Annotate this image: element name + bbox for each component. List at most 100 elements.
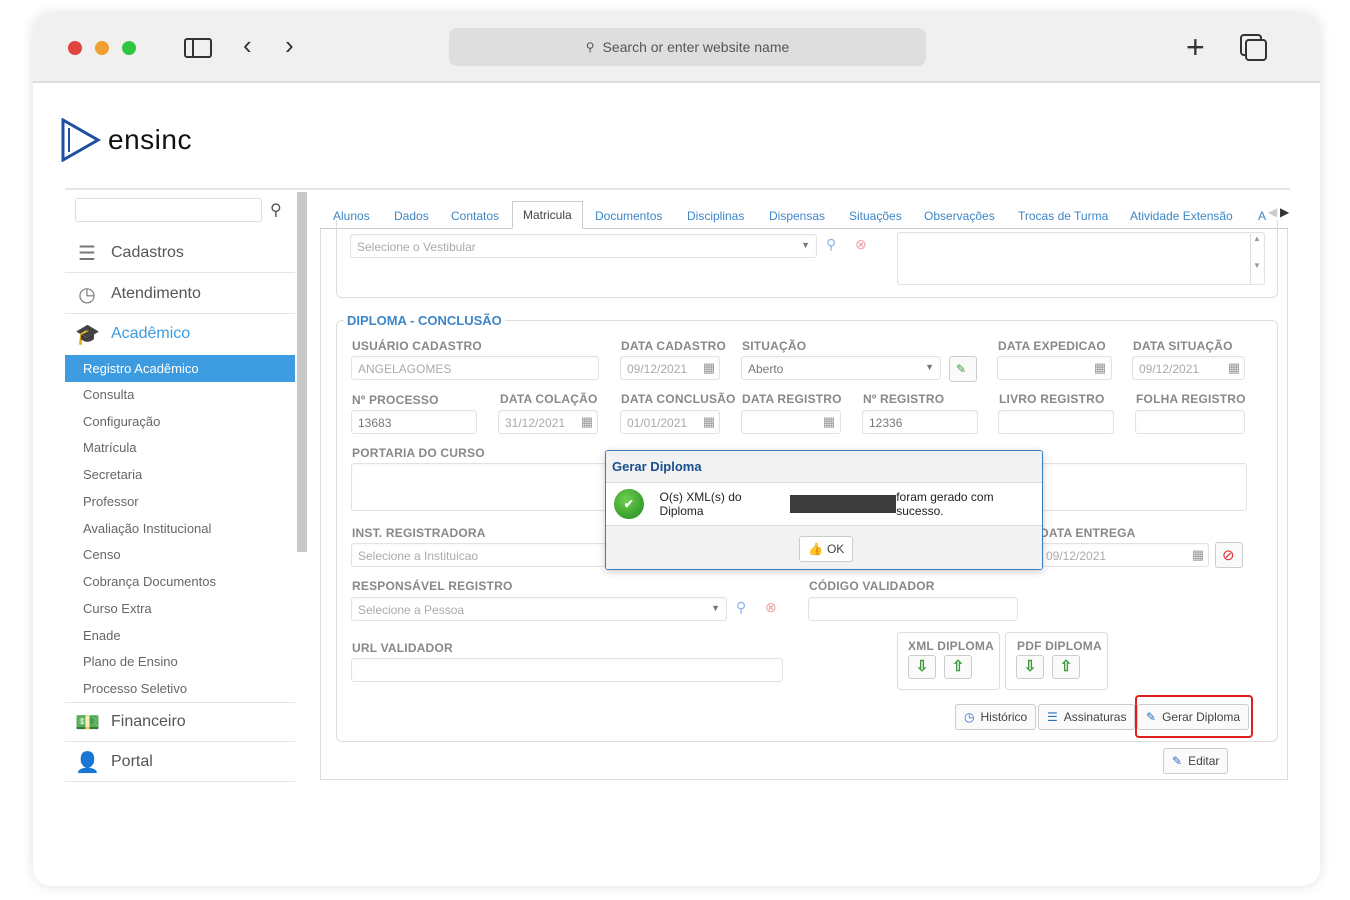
back-icon[interactable]: ‹ [243, 30, 252, 61]
livro-field[interactable] [998, 410, 1114, 434]
sidebar-subitem[interactable]: Configuração [65, 408, 295, 435]
calendar-icon[interactable]: ▦ [818, 411, 840, 433]
logo-text: ensinc [108, 124, 192, 155]
calendar-icon[interactable]: ▦ [698, 411, 720, 433]
data-cadastro-label: DATA CADASTRO [621, 339, 727, 353]
sidebar-subitem[interactable]: Matrícula [65, 434, 295, 461]
clear-icon[interactable]: ⊗ [765, 599, 777, 616]
usuario-label: USUÁRIO CADASTRO [352, 339, 482, 353]
portaria-label: PORTARIA DO CURSO [352, 446, 485, 460]
gerar-diploma-dialog: Gerar Diploma ✔ O(s) XML(s) do Diploma f… [605, 450, 1043, 570]
sidebar-item-label: Financeiro [111, 713, 186, 730]
sidebar-subitem[interactable]: Enade [65, 622, 295, 649]
calendar-icon[interactable]: ▦ [1223, 357, 1245, 379]
clock-icon: ◷ [964, 710, 975, 724]
divider [65, 188, 1290, 190]
sidebar-item-label: Cadastros [111, 243, 184, 261]
sidebar-subitem[interactable]: Avaliação Institucional [65, 515, 295, 542]
button-label: Editar [1188, 754, 1220, 768]
graduation-cap-icon: 🎓 [75, 324, 100, 346]
calendar-icon[interactable]: ▦ [576, 411, 598, 433]
historico-button[interactable]: ◷ Histórico [955, 704, 1037, 730]
calendar-icon[interactable]: ▦ [1089, 357, 1111, 379]
placeholder: Selecione a Pessoa [358, 603, 465, 617]
success-check-icon: ✔ [614, 489, 644, 519]
dropdown-arrow-icon: ▼ [801, 240, 810, 250]
inst-label: INST. REGISTRADORA [352, 526, 486, 540]
assinaturas-button[interactable]: ☰ Assinaturas [1038, 704, 1136, 730]
sidebar-item-financeiro[interactable]: 💵 Financeiro [65, 702, 295, 742]
editar-button[interactable]: ✎ Editar [1163, 748, 1229, 774]
ok-button[interactable]: 👍 OK [799, 536, 854, 562]
upload-xml-button[interactable]: ⇧ [944, 655, 972, 679]
registro-field[interactable]: 12336 [862, 410, 978, 434]
forward-icon[interactable]: › [285, 30, 294, 61]
button-label: Assinaturas [1063, 710, 1127, 724]
sidebar-subitem[interactable]: Curso Extra [65, 595, 295, 622]
dropdown-arrow-icon: ▼ [925, 362, 934, 372]
sidebar-subitem[interactable]: Professor [65, 488, 295, 515]
logo [60, 117, 102, 167]
maximize-window-button[interactable] [122, 41, 136, 55]
usuario-field[interactable]: ANGELAGOMES [351, 356, 599, 380]
download-pdf-button[interactable]: ⇩ [1016, 655, 1044, 679]
browser-toolbar: ‹ › ⚲ Search or enter website name + [33, 13, 1320, 83]
upload-pdf-button[interactable]: ⇧ [1052, 655, 1080, 679]
calendar-icon[interactable]: ▦ [1187, 544, 1209, 566]
resp-label: RESPONSÁVEL REGISTRO [352, 579, 513, 593]
sidebar-subitem[interactable]: Secretaria [65, 461, 295, 488]
dialog-title: Gerar Diploma [606, 451, 1042, 483]
processo-field[interactable]: 13683 [351, 410, 477, 434]
edit-icon: ✎ [1172, 754, 1183, 768]
sidebar-item-label: Atendimento [111, 284, 201, 302]
minimize-window-button[interactable] [95, 41, 109, 55]
clear-entrega-button[interactable]: ⊘ [1215, 542, 1243, 568]
resp-select[interactable]: Selecione a Pessoa ▼ [351, 597, 727, 621]
logo-play-icon [61, 117, 102, 163]
textarea-scrollbar[interactable]: ▲ ▼ [1250, 234, 1263, 284]
tabs-overview-icon[interactable] [1245, 39, 1267, 61]
search-icon[interactable]: ⚲ [826, 236, 836, 253]
tabs-scroll-right-icon[interactable]: ▶ [1280, 205, 1289, 219]
sidebar-item-cadastros[interactable]: ☰ Cadastros [65, 233, 295, 273]
folha-field[interactable] [1135, 410, 1245, 434]
new-tab-icon[interactable]: + [1186, 29, 1205, 66]
placeholder: Selecione o Vestibular [357, 240, 476, 254]
clear-icon[interactable]: ⊗ [855, 236, 867, 253]
notes-textarea[interactable] [897, 232, 1265, 285]
url-field[interactable] [351, 658, 783, 682]
situacao-select[interactable]: Aberto ▼ [741, 356, 941, 380]
sidebar-subitem[interactable]: Censo [65, 541, 295, 568]
sidebar-subitem[interactable]: Processo Seletivo [65, 675, 295, 702]
sidebar-item-label: Acadêmico [111, 325, 191, 342]
sidebar-subitem[interactable]: Consulta [65, 381, 295, 408]
codigo-field[interactable] [808, 597, 1018, 621]
sidebar-toggle-icon[interactable] [184, 38, 212, 58]
inst-select[interactable]: Selecione a Instituicao [351, 543, 611, 567]
sidebar-item-portal[interactable]: 👤 Portal [65, 742, 295, 782]
money-icon: 💵 [75, 712, 100, 734]
search-icon[interactable]: ⚲ [736, 599, 746, 616]
codigo-label: CÓDIGO VALIDADOR [809, 579, 935, 593]
entrega-field[interactable]: 09/12/2021 [1039, 543, 1209, 567]
sidebar-search-input[interactable] [75, 198, 262, 222]
diploma-legend: DIPLOMA - CONCLUSÃO [344, 313, 505, 328]
address-bar[interactable]: ⚲ Search or enter website name [449, 28, 926, 66]
sidebar-item-atendimento[interactable]: ◷ Atendimento [65, 274, 295, 314]
sidebar-subitem[interactable]: Cobrança Documentos [65, 568, 295, 595]
search-icon[interactable]: ⚲ [270, 200, 282, 220]
list-icon: ☰ [1047, 710, 1058, 724]
gerar-diploma-button[interactable]: ✎ Gerar Diploma [1137, 704, 1250, 730]
tabs-scroll-left-icon[interactable]: ◀ [1268, 205, 1277, 219]
download-xml-button[interactable]: ⇩ [908, 655, 936, 679]
folha-label: FOLHA REGISTRO [1136, 392, 1246, 406]
sidebar-subitem[interactable]: Plano de Ensino [65, 648, 295, 675]
sidebar-subitem[interactable]: Registro Acadêmico [65, 355, 295, 382]
edit-situacao-button[interactable]: ✎ [949, 356, 977, 382]
sidebar-item-academico[interactable]: 🎓 Acadêmico [65, 314, 295, 354]
sidebar-scrollbar[interactable] [297, 192, 307, 552]
situacao-value: Aberto [748, 362, 784, 376]
vestibular-select[interactable]: Selecione o Vestibular ▼ [350, 234, 817, 258]
calendar-icon[interactable]: ▦ [698, 357, 720, 379]
close-window-button[interactable] [68, 41, 82, 55]
